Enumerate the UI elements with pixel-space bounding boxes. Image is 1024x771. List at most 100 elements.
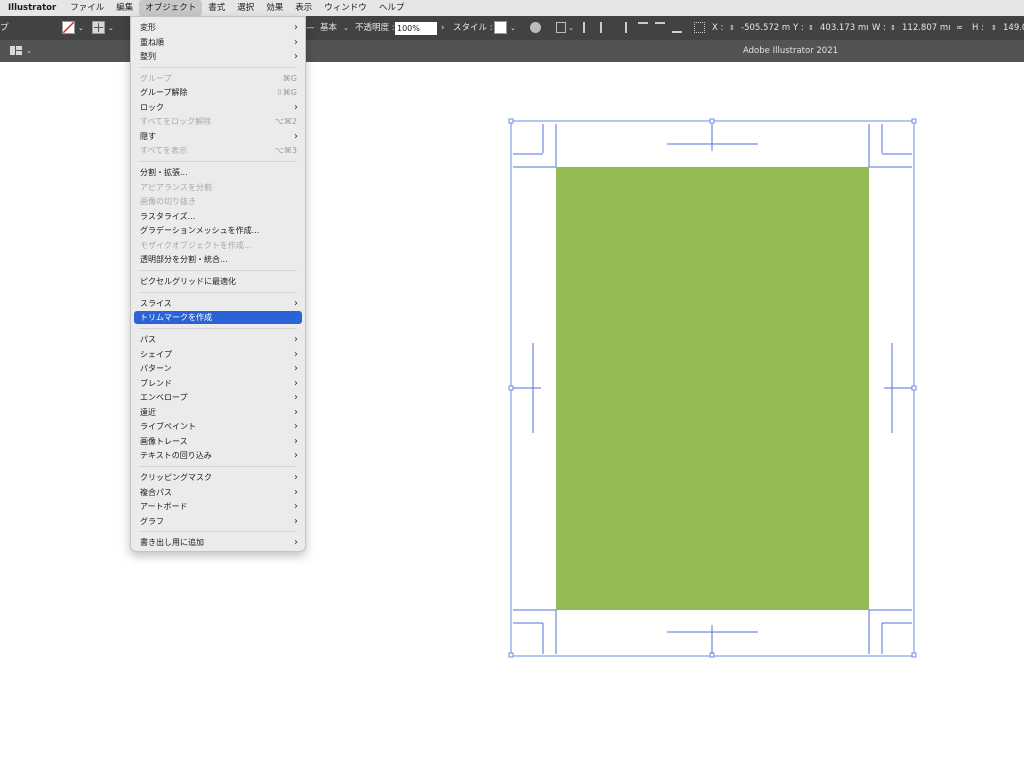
- opacity-label[interactable]: 不透明度 :: [355, 16, 395, 40]
- menu-item-label: 重ね順: [140, 38, 164, 47]
- workspace-dropdown-icon[interactable]: ⌄: [26, 40, 32, 62]
- menu-item-transform[interactable]: 変形 ›: [134, 21, 302, 34]
- stroke-dropdown-icon[interactable]: ⌄: [108, 16, 114, 40]
- stroke-swatch-icon[interactable]: [92, 21, 105, 34]
- menu-item-label: 書き出し用に追加: [140, 538, 204, 547]
- menu-item-expand-appearance[interactable]: アピアランスを分割: [134, 181, 302, 194]
- menu-window[interactable]: ウィンドウ: [318, 0, 373, 16]
- menu-item-compound-path[interactable]: 複合パス ›: [134, 486, 302, 499]
- menu-item-clipping-mask[interactable]: クリッピングマスク ›: [134, 471, 302, 484]
- menu-item-create-gradient-mesh[interactable]: グラデーションメッシュを作成...: [134, 224, 302, 237]
- align-left-icon[interactable]: [583, 22, 593, 33]
- chevron-right-icon: ›: [294, 392, 298, 403]
- menu-select[interactable]: 選択: [231, 0, 260, 16]
- menu-effect[interactable]: 効果: [260, 0, 289, 16]
- menu-object[interactable]: オブジェクト: [139, 0, 203, 16]
- transform-reference-icon[interactable]: [694, 22, 705, 33]
- chevron-right-icon: ›: [294, 487, 298, 498]
- menu-type[interactable]: 書式: [202, 0, 231, 16]
- chevron-right-icon: ›: [294, 472, 298, 483]
- menu-item-align[interactable]: 整列 ›: [134, 50, 302, 63]
- w-stepper-icon[interactable]: ⇕: [890, 16, 896, 40]
- menu-item-add-to-export[interactable]: 書き出し用に追加 ›: [134, 536, 302, 549]
- menu-item-make-pixel-perfect[interactable]: ピクセルグリッドに最適化: [134, 275, 302, 288]
- chevron-right-icon: ›: [294, 378, 298, 389]
- y-stepper-icon[interactable]: ⇕: [808, 16, 814, 40]
- menu-item-label: アートボード: [140, 502, 188, 511]
- h-stepper-icon[interactable]: ⇕: [991, 16, 997, 40]
- menu-item-create-trim-marks[interactable]: トリムマークを作成: [134, 311, 302, 324]
- menu-item-shortcut: ⇧⌘G: [276, 88, 297, 97]
- recolor-artwork-icon[interactable]: [530, 22, 541, 33]
- object-menu-dropdown: 変形 › 重ね順 › 整列 › グループ ⌘G グループ解除 ⇧⌘G ロック › すべてをロ…: [130, 16, 306, 552]
- stroke-style-value[interactable]: 基本: [320, 16, 337, 40]
- menu-item-create-object-mosaic[interactable]: モザイクオブジェクトを作成...: [134, 239, 302, 252]
- menu-item-slice[interactable]: スライス ›: [134, 297, 302, 310]
- menu-edit[interactable]: 編集: [110, 0, 139, 16]
- menu-item-lock[interactable]: ロック ›: [134, 101, 302, 114]
- menu-item-unlock-all[interactable]: すべてをロック解除 ⌥⌘2: [134, 115, 302, 128]
- menu-item-artboards[interactable]: アートボード ›: [134, 500, 302, 513]
- graphic-style-dropdown-icon[interactable]: ⌄: [510, 16, 516, 40]
- menu-item-flatten-transparency[interactable]: 透明部分を分割・統合...: [134, 253, 302, 266]
- stroke-style-dropdown-icon[interactable]: ⌄: [343, 16, 349, 40]
- menu-item-blend[interactable]: ブレンド ›: [134, 377, 302, 390]
- no-fill-icon[interactable]: [62, 21, 75, 34]
- menu-item-rasterize[interactable]: ラスタライズ...: [134, 210, 302, 223]
- menu-item-pattern[interactable]: パターン ›: [134, 362, 302, 375]
- menu-item-expand[interactable]: 分割・拡張...: [134, 166, 302, 179]
- menu-item-label: グループ: [140, 74, 172, 83]
- menu-item-label: グラフ: [140, 517, 164, 526]
- menu-item-envelope[interactable]: エンベロープ ›: [134, 391, 302, 404]
- menu-item-shape[interactable]: シェイプ ›: [134, 348, 302, 361]
- menu-item-ungroup[interactable]: グループ解除 ⇧⌘G: [134, 86, 302, 99]
- menu-item-path[interactable]: パス ›: [134, 333, 302, 346]
- h-input[interactable]: 149.0: [1003, 16, 1024, 40]
- align-right-icon[interactable]: [617, 22, 627, 33]
- constrain-proportions-icon[interactable]: ∞: [956, 16, 963, 40]
- menu-item-text-wrap[interactable]: テキストの回り込み ›: [134, 449, 302, 462]
- menu-item-perspective[interactable]: 遠近 ›: [134, 406, 302, 419]
- menu-item-label: シェイプ: [140, 350, 172, 359]
- menu-separator: [139, 466, 297, 467]
- menu-item-label: 隠す: [140, 132, 156, 141]
- menu-file[interactable]: ファイル: [64, 0, 110, 16]
- menu-item-group[interactable]: グループ ⌘G: [134, 72, 302, 85]
- align-to-icon[interactable]: [556, 22, 566, 33]
- menu-app-illustrator[interactable]: Illustrator: [0, 0, 64, 16]
- menu-item-label: モザイクオブジェクトを作成...: [140, 241, 252, 250]
- chevron-right-icon: ›: [294, 131, 298, 142]
- menu-item-label: グラデーションメッシュを作成...: [140, 226, 260, 235]
- menu-item-graph[interactable]: グラフ ›: [134, 515, 302, 528]
- x-input[interactable]: -505.572 m: [741, 16, 790, 40]
- align-horizontal-center-icon[interactable]: [600, 22, 610, 33]
- fill-dropdown-icon[interactable]: ⌄: [78, 16, 84, 40]
- align-bottom-icon[interactable]: [672, 22, 682, 33]
- w-input[interactable]: 112.807 mı: [902, 16, 951, 40]
- menu-item-label: ロック: [140, 103, 164, 112]
- chevron-right-icon: ›: [294, 298, 298, 309]
- stroke-line-icon[interactable]: —: [306, 16, 315, 40]
- align-vertical-center-icon[interactable]: [655, 22, 665, 33]
- chevron-right-icon: ›: [294, 102, 298, 113]
- menu-help[interactable]: ヘルプ: [373, 0, 411, 16]
- menu-item-live-paint[interactable]: ライブペイント ›: [134, 420, 302, 433]
- x-stepper-icon[interactable]: ⇕: [729, 16, 735, 40]
- menu-separator: [139, 292, 297, 293]
- graphic-style-swatch[interactable]: [494, 21, 507, 34]
- y-input[interactable]: 403.173 mı: [820, 16, 869, 40]
- align-top-icon[interactable]: [638, 22, 648, 33]
- opacity-input[interactable]: 100%: [395, 22, 437, 35]
- workspace-switcher-icon[interactable]: [10, 40, 22, 62]
- menu-item-image-trace[interactable]: 画像トレース ›: [134, 435, 302, 448]
- menu-item-crop-image[interactable]: 画像の切り抜き: [134, 195, 302, 208]
- menu-item-label: トリムマークを作成: [140, 313, 212, 322]
- menu-view[interactable]: 表示: [289, 0, 318, 16]
- green-rectangle[interactable]: [556, 167, 869, 610]
- align-to-dropdown-icon[interactable]: ⌄: [568, 16, 574, 40]
- menu-item-hide[interactable]: 隠す ›: [134, 130, 302, 143]
- menu-item-show-all[interactable]: すべてを表示 ⌥⌘3: [134, 144, 302, 157]
- menu-item-label: ピクセルグリッドに最適化: [140, 277, 236, 286]
- menu-item-arrange[interactable]: 重ね順 ›: [134, 36, 302, 49]
- opacity-chevron-icon[interactable]: ›: [441, 16, 444, 40]
